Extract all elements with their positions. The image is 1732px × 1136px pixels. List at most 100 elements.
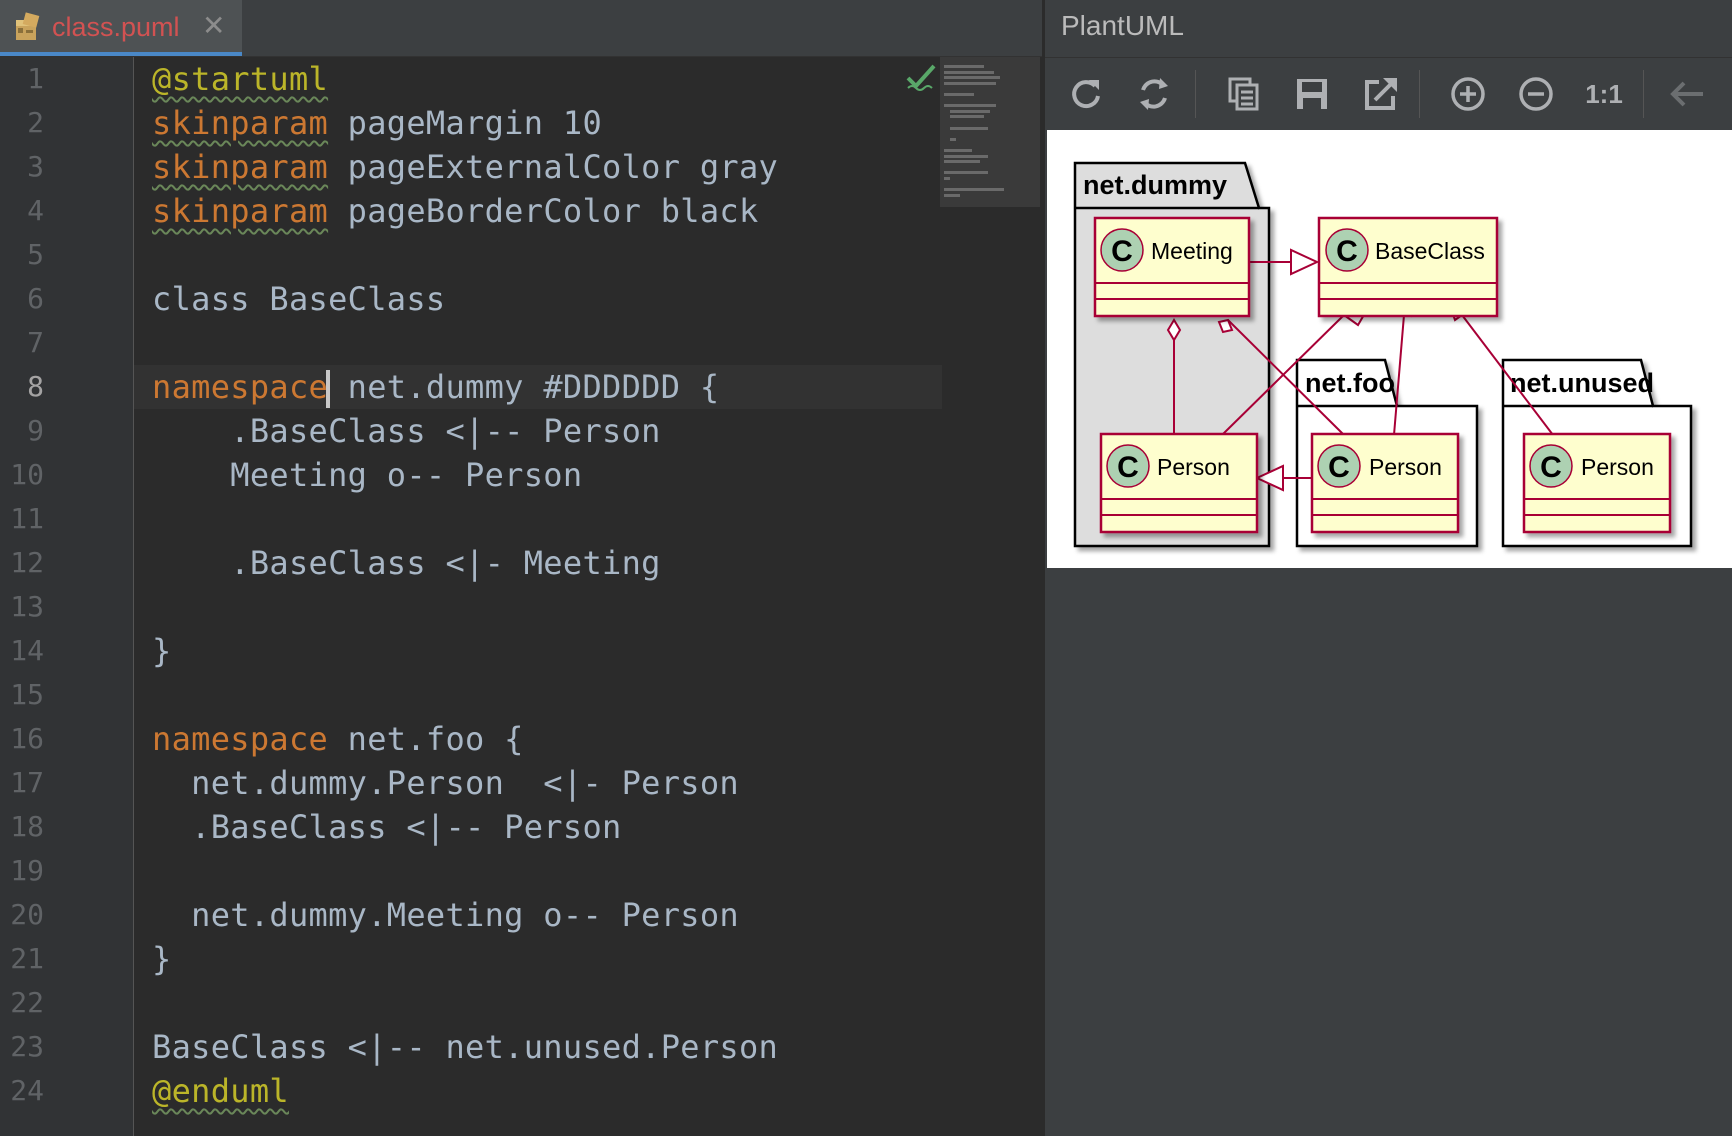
back-arrow-icon[interactable] (1665, 72, 1711, 116)
class-name: Person (1581, 454, 1654, 480)
class-person-foo[interactable]: C Person (1310, 432, 1460, 534)
line-number: 24 (10, 1074, 44, 1107)
class-person-unused[interactable]: C Person (1522, 432, 1672, 534)
minimap-line (944, 76, 1000, 80)
code-token: pageMargin 10 (328, 104, 603, 142)
code-token: .BaseClass <|-- Person (152, 412, 661, 450)
code-editor[interactable]: class.puml ✕ 1 2 3 4 5 6 7 8 9 10 11 12 13 14 15 16 17 18… (0, 0, 1042, 1136)
class-glyph: C (1328, 451, 1350, 484)
class-person-dummy[interactable]: C Person (1099, 432, 1259, 534)
minimap-line (944, 171, 988, 175)
code-line: namespace net.dummy #DDDDDD { (152, 365, 719, 409)
line-number: 17 (10, 766, 44, 799)
code-line: skinparam pageExternalColor gray (152, 145, 778, 189)
tab-class-puml[interactable]: class.puml ✕ (0, 0, 242, 56)
plantuml-toolbar: 1:1 (1045, 58, 1732, 130)
code-line: .BaseClass <|- Meeting (152, 541, 661, 585)
toolbar-separator (1195, 70, 1196, 118)
code-token: } (152, 940, 172, 978)
minimap-line (950, 109, 990, 113)
line-number: 5 (27, 238, 44, 271)
minimap-line (944, 149, 972, 152)
line-number: 14 (10, 634, 44, 667)
line-number: 1 (27, 62, 44, 95)
minimap-line (944, 81, 996, 85)
code-line: class BaseClass (152, 277, 445, 321)
minimap-line (950, 137, 956, 141)
class-meeting[interactable]: C Meeting (1093, 216, 1251, 318)
uml-diagram-preview[interactable]: net.dummy net.foo net.unused C Meeting C… (1047, 130, 1732, 568)
code-line: skinparam pageBorderColor black (152, 189, 759, 233)
package-label: net.dummy (1083, 170, 1227, 200)
code-token: namespace (152, 720, 329, 758)
save-icon[interactable] (1289, 72, 1335, 116)
code-token: } (152, 632, 172, 670)
line-number: 3 (27, 150, 44, 183)
line-number: 8 (27, 370, 44, 403)
uml-class-diagram: net.dummy net.foo net.unused C Meeting C… (1073, 161, 1693, 548)
tab-filename: class.puml (52, 12, 180, 42)
minimap-line (944, 193, 960, 197)
code-line: Meeting o-- Person (152, 453, 582, 497)
code-token: .BaseClass <|- Meeting (152, 544, 661, 582)
code-line: } (152, 937, 172, 981)
code-minimap[interactable] (940, 57, 1040, 207)
line-number: 15 (10, 678, 44, 711)
minimap-line (944, 188, 1004, 192)
tab-close-icon[interactable]: ✕ (202, 9, 225, 42)
check-icon (906, 64, 936, 91)
class-name: BaseClass (1375, 238, 1485, 264)
line-number: 11 (10, 502, 44, 535)
code-line: .BaseClass <|-- Person (152, 805, 622, 849)
code-token: Meeting o-- Person (152, 456, 583, 494)
class-glyph: C (1117, 451, 1139, 484)
zoom-out-icon[interactable] (1513, 72, 1559, 116)
zoom-in-icon[interactable] (1445, 72, 1491, 116)
sync-icon[interactable] (1131, 72, 1177, 116)
editor-tab-bar: class.puml ✕ (0, 0, 1042, 57)
minimap-line (944, 104, 996, 108)
class-name: Meeting (1151, 238, 1233, 264)
minimap-line (944, 65, 984, 68)
minimap-line (944, 154, 988, 158)
code-line: @enduml (152, 1069, 289, 1113)
code-token: net.dummy.Person <|- Person (152, 764, 739, 802)
line-number: 16 (10, 722, 44, 755)
code-line: namespace net.foo { (152, 717, 524, 761)
actual-size-button[interactable]: 1:1 (1581, 72, 1627, 116)
toolbar-separator (1419, 70, 1420, 118)
toolbar-separator (1643, 70, 1644, 118)
code-token: BaseClass <|-- net.unused.Person (152, 1028, 779, 1066)
puml-file-icon (16, 12, 40, 40)
line-number: 4 (27, 194, 44, 227)
line-number: 22 (10, 986, 44, 1019)
package-label: net.foo (1305, 368, 1395, 398)
refresh-icon[interactable] (1063, 72, 1109, 116)
class-name: Person (1369, 454, 1442, 480)
line-number: 23 (10, 1030, 44, 1063)
code-area[interactable]: @startuml skinparam pageMargin 10 skinpara… (134, 57, 942, 1136)
minimap-line (944, 93, 974, 96)
code-token: net.foo { (328, 720, 524, 758)
code-line: BaseClass <|-- net.unused.Person (152, 1025, 778, 1069)
minimap-line (944, 177, 950, 180)
code-line: skinparam pageMargin 10 (152, 101, 602, 145)
export-icon[interactable] (1357, 72, 1403, 116)
code-token: skinparam (152, 192, 329, 230)
line-number: 18 (10, 810, 44, 843)
class-baseclass[interactable]: C BaseClass (1317, 216, 1499, 318)
code-line: net.dummy.Person <|- Person (152, 761, 739, 805)
code-token: pageExternalColor gray (328, 148, 779, 186)
class-glyph: C (1111, 235, 1133, 268)
copy-icon[interactable] (1221, 72, 1267, 116)
class-name: Person (1157, 454, 1230, 480)
line-number: 19 (10, 854, 44, 887)
class-glyph: C (1336, 235, 1358, 268)
line-number: 7 (27, 326, 44, 359)
line-number: 9 (27, 414, 44, 447)
package-label: net.unused (1510, 368, 1654, 398)
code-line: } (152, 629, 172, 673)
class-glyph: C (1540, 451, 1562, 484)
code-token: skinparam (152, 104, 329, 142)
panel-title: PlantUML (1061, 10, 1184, 41)
